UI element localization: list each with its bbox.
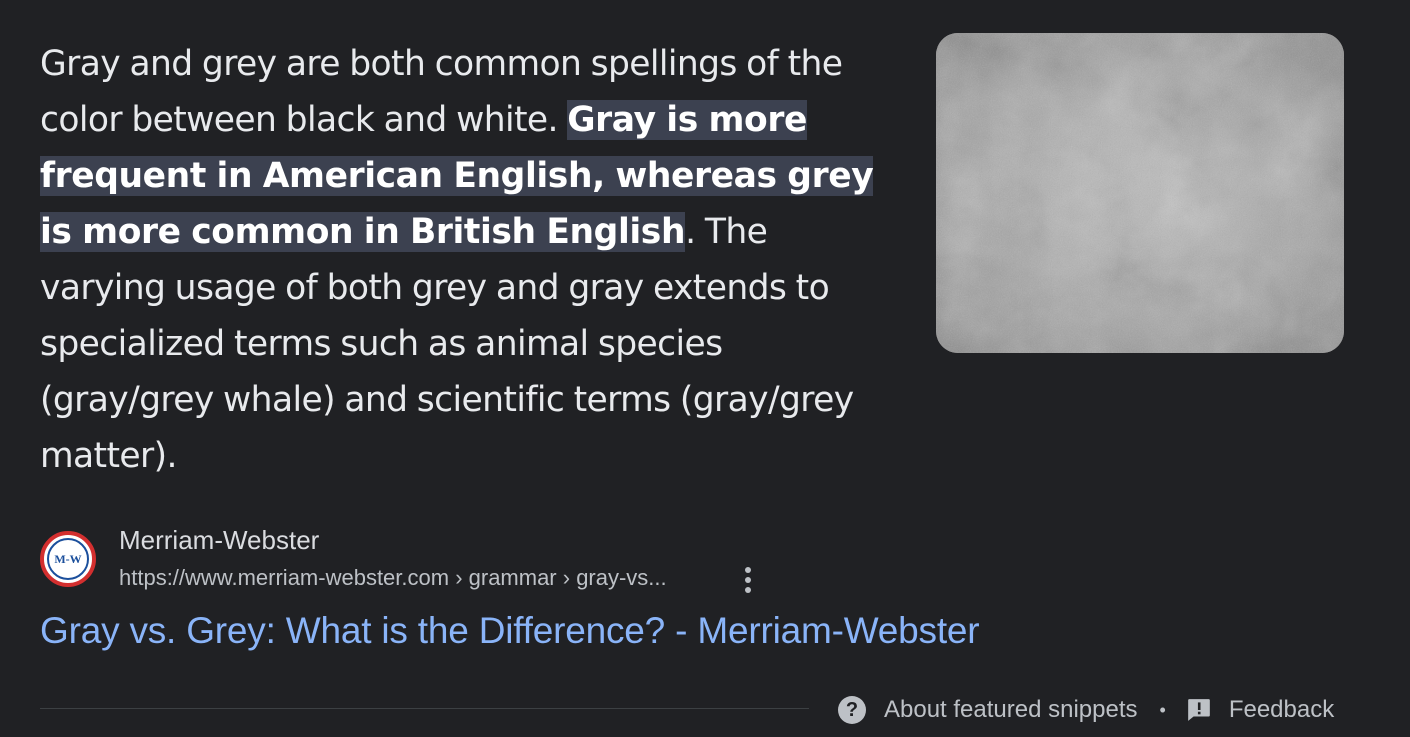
snippet-image[interactable] bbox=[936, 33, 1344, 353]
feedback-label: Feedback bbox=[1228, 696, 1335, 723]
about-featured-snippets-label: About featured snippets bbox=[884, 696, 1138, 723]
featured-snippet-text: Gray and grey are both common spellings … bbox=[40, 36, 900, 484]
more-options-button[interactable] bbox=[734, 563, 762, 597]
about-featured-snippets-link[interactable]: ? About featured snippets bbox=[838, 696, 1138, 724]
feedback-link[interactable]: Feedback bbox=[1186, 696, 1334, 724]
gray-texture-image bbox=[936, 33, 1344, 353]
snippet-footer: ? About featured snippets • Feedback bbox=[838, 692, 1334, 728]
help-icon: ? bbox=[838, 696, 866, 724]
result-title-link[interactable]: Gray vs. Grey: What is the Difference? -… bbox=[40, 610, 980, 652]
search-result-source[interactable]: M-W Merriam-Webster https://www.merriam-… bbox=[40, 525, 800, 597]
divider bbox=[40, 708, 809, 709]
footer-separator: • bbox=[1159, 699, 1166, 720]
feedback-icon bbox=[1187, 699, 1210, 721]
site-name[interactable]: Merriam-Webster bbox=[119, 525, 319, 556]
vertical-dots-icon bbox=[745, 567, 751, 593]
merriam-webster-favicon: M-W bbox=[40, 531, 96, 587]
site-url[interactable]: https://www.merriam-webster.com › gramma… bbox=[119, 565, 667, 591]
favicon-logo-text: M-W bbox=[47, 538, 89, 580]
